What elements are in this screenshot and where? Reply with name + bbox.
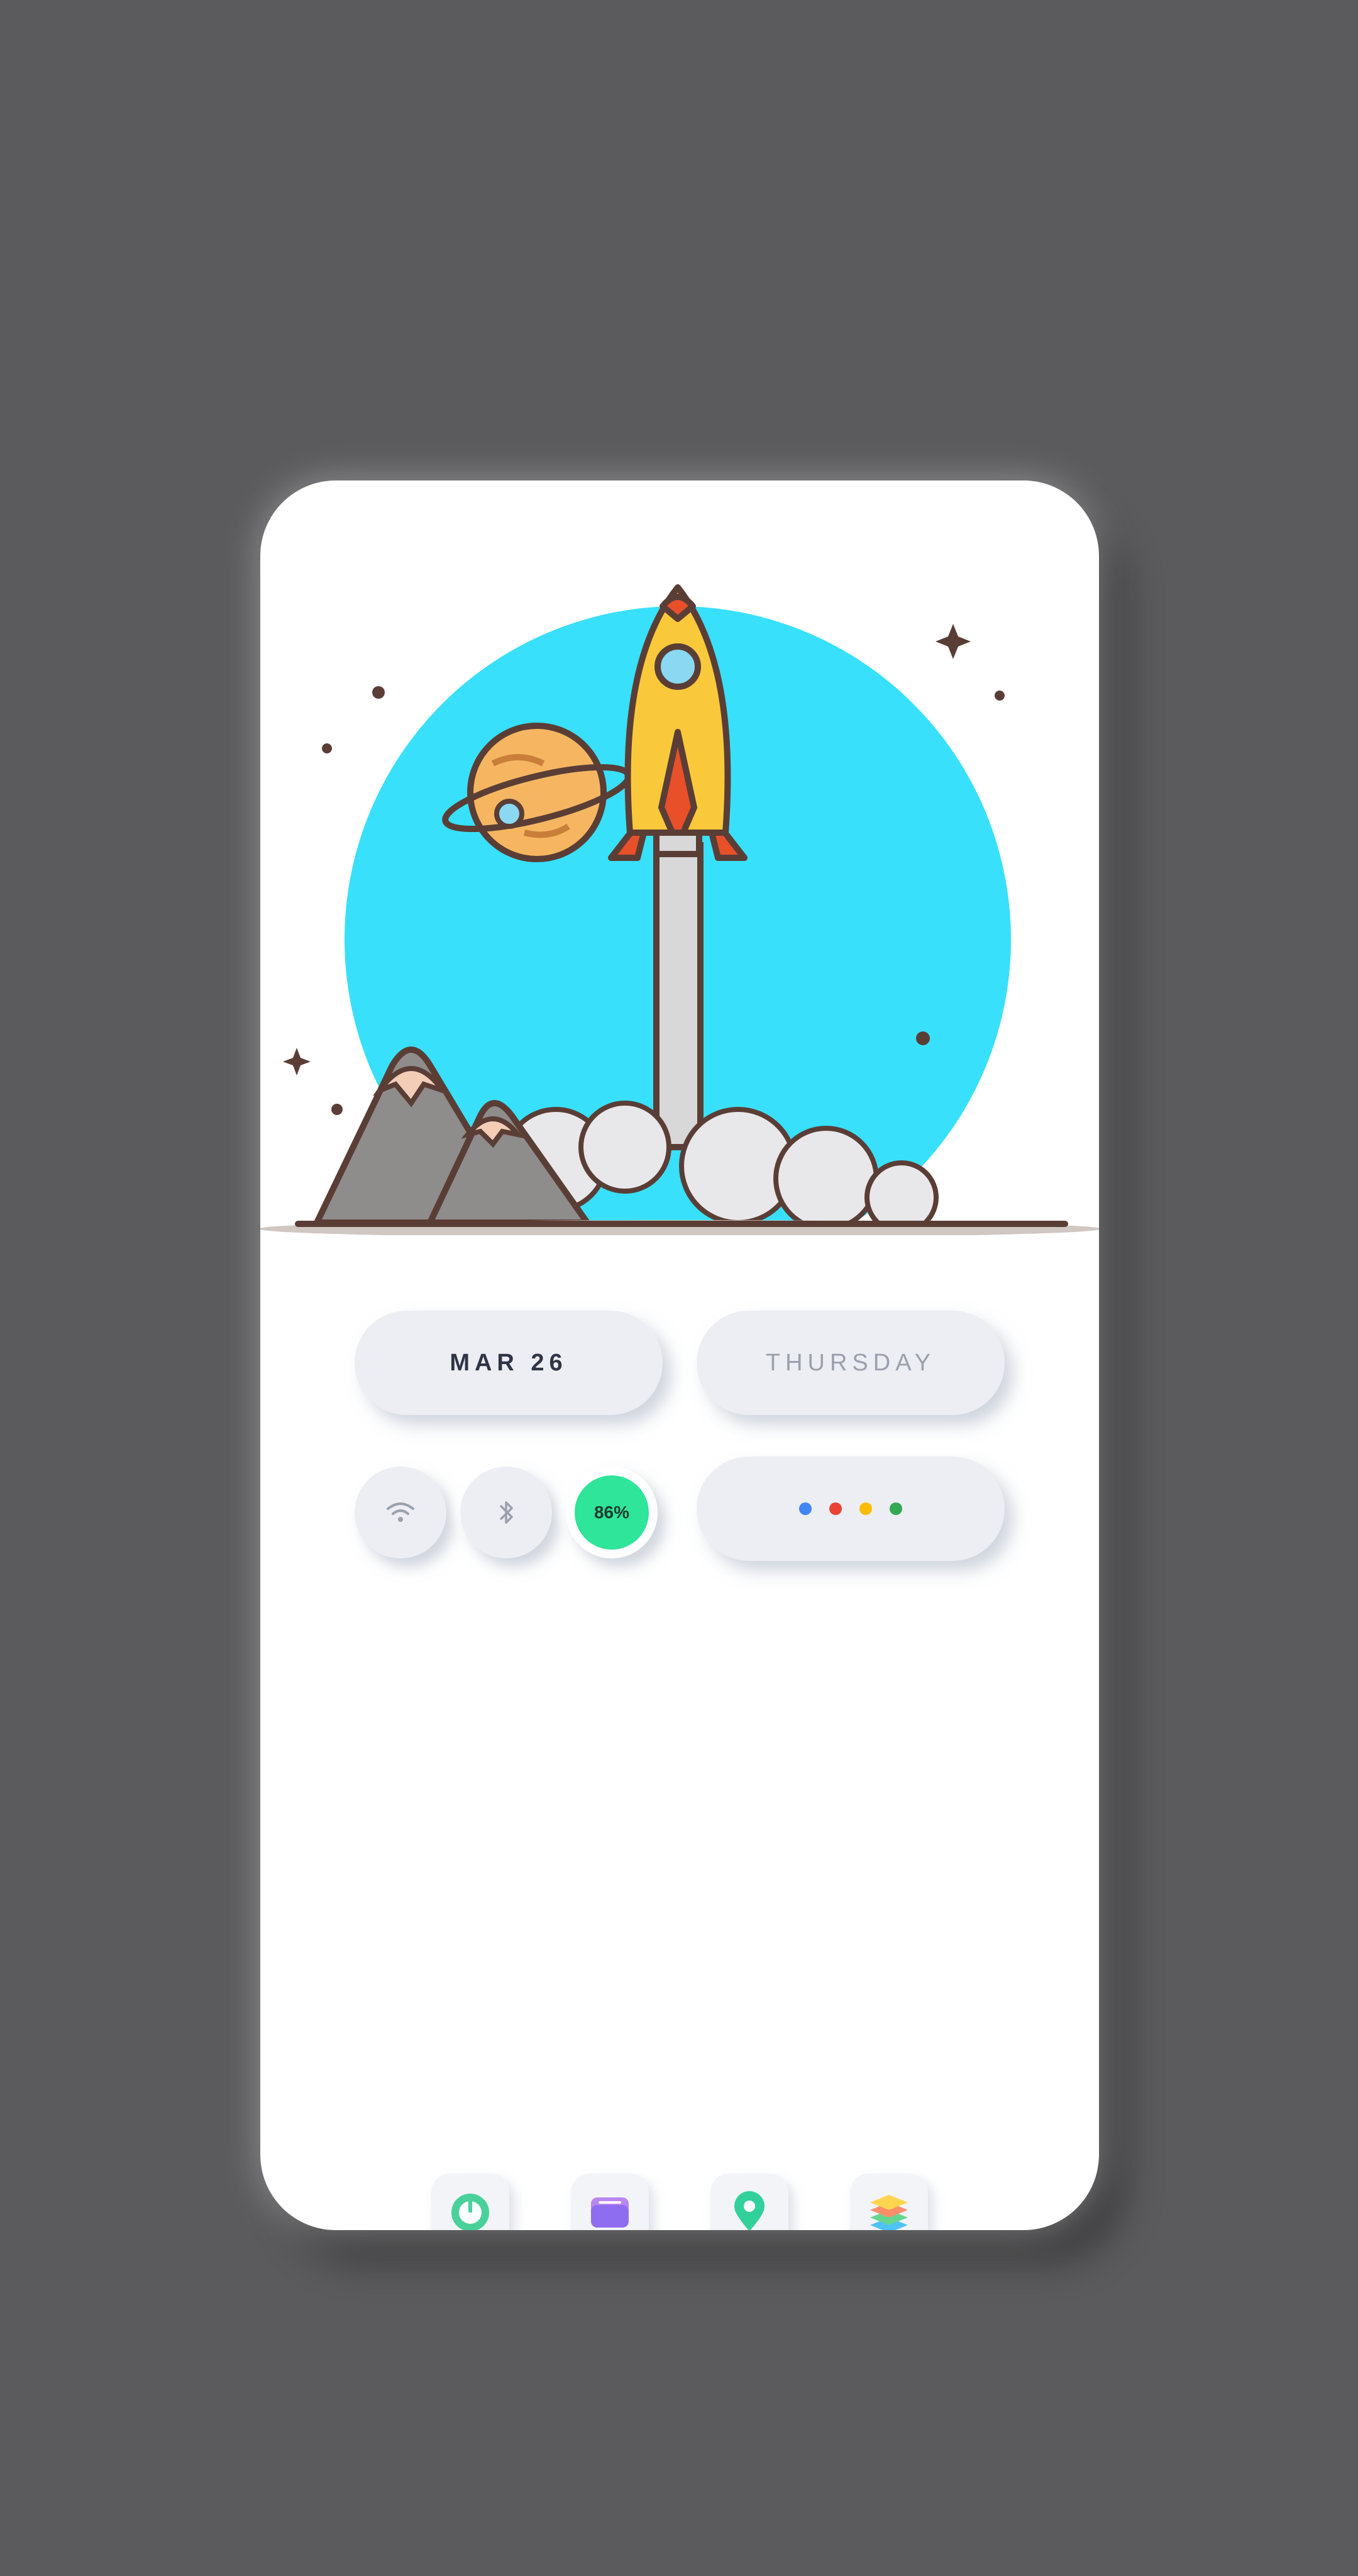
battery-label: 86% [593, 1502, 630, 1522]
date-label: MAR 26 [450, 1349, 568, 1376]
bluetooth-toggle[interactable] [460, 1467, 552, 1558]
assistant-widget[interactable] [697, 1457, 1005, 1561]
assistant-dot-red [829, 1502, 842, 1515]
layers-app[interactable] [850, 2174, 928, 2230]
rocket-launch-illustration [260, 584, 1099, 1235]
clock-app[interactable] [431, 2174, 509, 2230]
bluetooth-icon [499, 1501, 513, 1524]
clock-icon [451, 2194, 489, 2230]
battery-indicator[interactable]: 86% [566, 1467, 658, 1558]
assistant-dot-green [890, 1502, 902, 1515]
day-label: THURSDAY [765, 1349, 936, 1376]
location-pin-icon [734, 2191, 765, 2230]
wifi-toggle[interactable] [355, 1467, 446, 1558]
battery-level: 86% [575, 1475, 649, 1550]
assistant-dot-blue [799, 1502, 812, 1515]
assistant-dot-yellow [859, 1502, 872, 1515]
day-widget[interactable]: THURSDAY [697, 1311, 1005, 1415]
maps-app[interactable] [710, 2174, 788, 2230]
date-widget[interactable]: MAR 26 [355, 1311, 663, 1415]
files-app[interactable] [571, 2174, 649, 2230]
wifi-icon [387, 1502, 414, 1522]
phone-screen: MAR 26 THURSDAY 86% [260, 480, 1099, 2230]
folder-icon [591, 2197, 629, 2228]
layers-icon [870, 2195, 908, 2230]
